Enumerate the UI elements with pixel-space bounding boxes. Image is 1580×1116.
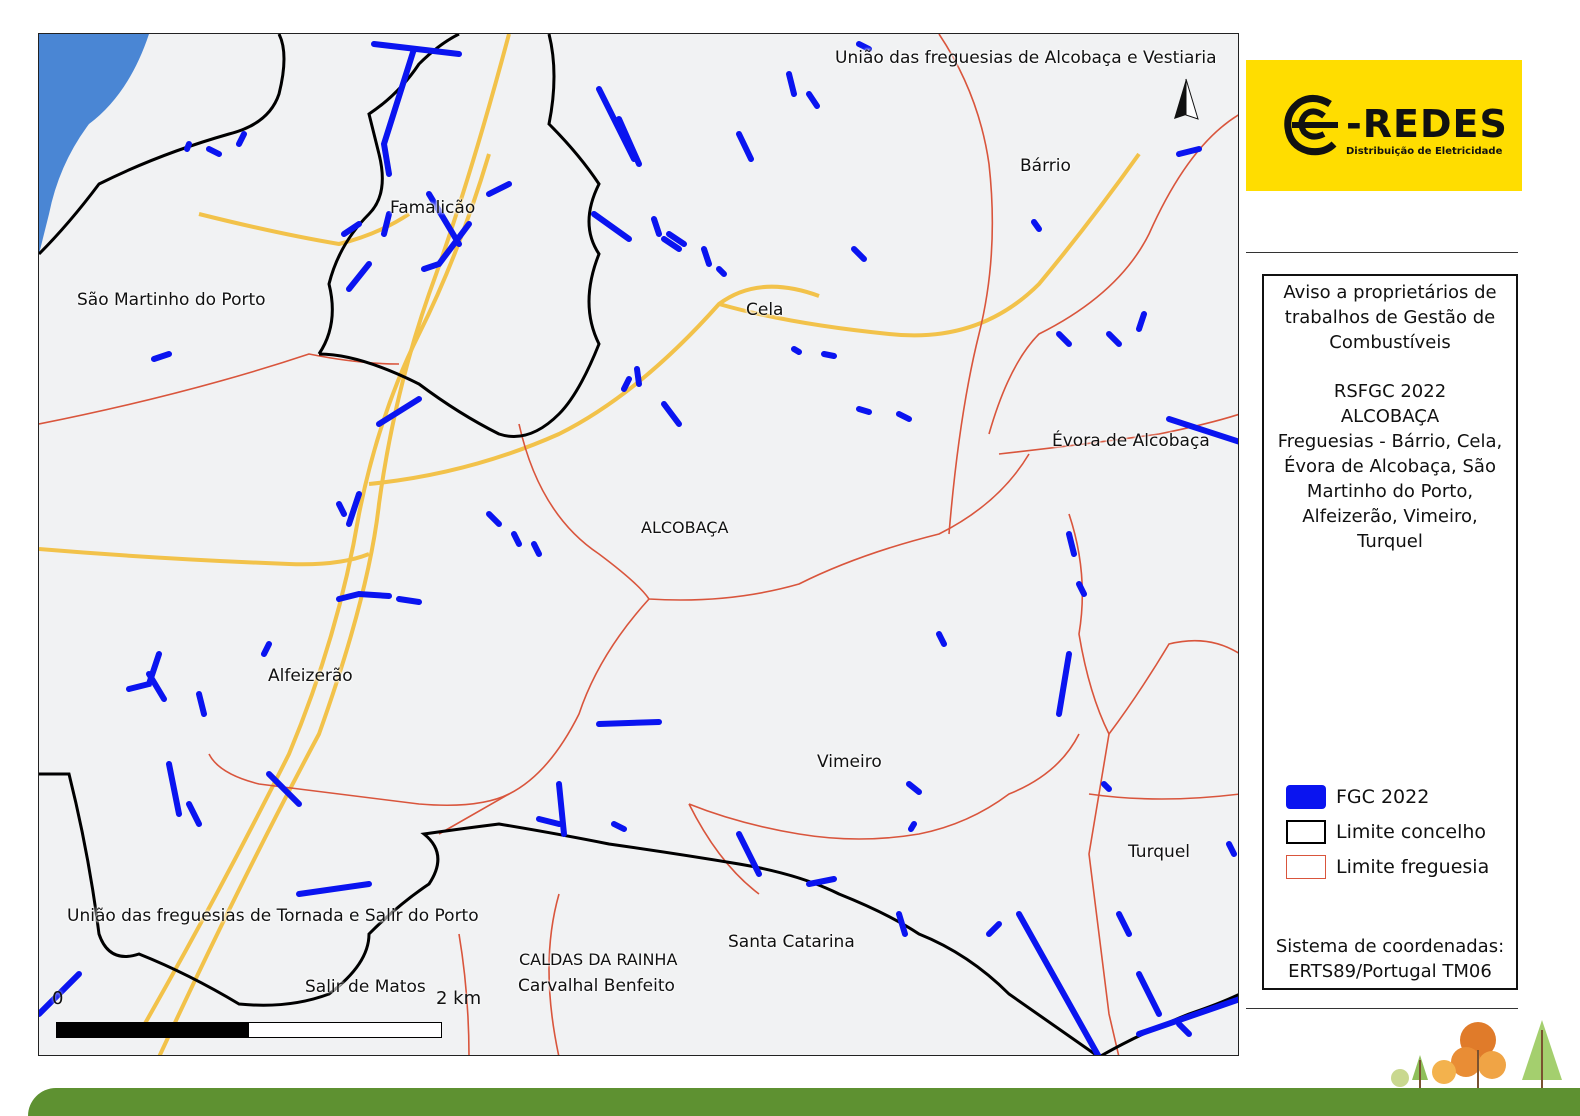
e-redes-logo-icon: [1284, 95, 1338, 156]
notice-line: ALCOBAÇA: [1340, 406, 1440, 427]
place-label-uniao-tornada: União das freguesias de Tornada e Salir …: [67, 906, 479, 926]
legend-swatch-fgc: [1286, 785, 1326, 809]
place-label-santa-catarina: Santa Catarina: [728, 932, 855, 952]
legend-swatch-concelho: [1286, 820, 1326, 844]
place-label-turquel: Turquel: [1128, 842, 1191, 862]
fgc-segment: [336, 590, 422, 605]
tree-7: [1432, 1060, 1456, 1084]
place-label-salir-matos: Salir de Matos: [305, 977, 426, 997]
legend-item-fgc: FGC 2022: [1286, 784, 1429, 810]
fgc-segment: [486, 511, 542, 557]
legend-swatch-freguesia: [1286, 855, 1326, 879]
fgc-segment: [536, 719, 662, 837]
notice-line: Évora de Alcobaça, São: [1284, 456, 1496, 477]
fgc-segment: [196, 641, 272, 717]
freguesia-limits: [39, 34, 1238, 1055]
place-label-uniao-alcobaca-vestiaria: União das freguesias de Alcobaça e Vesti…: [835, 48, 1217, 68]
scale-end-label: 2 km: [436, 988, 482, 1009]
freguesia-limit-5: [938, 34, 994, 535]
place-label-barrio: Bárrio: [1020, 156, 1071, 176]
place-label-evora: Évora de Alcobaça: [1052, 431, 1210, 451]
fgc-segment: [371, 41, 462, 177]
freguesia-limit-2: [518, 423, 1030, 601]
fgc-segment: [126, 651, 167, 702]
freguesia-limit-9: [688, 733, 1080, 840]
freguesia-limit-14: [548, 893, 560, 1055]
place-label-caldas-rainha: CALDAS DA RAINHA: [519, 950, 678, 969]
north-arrow-right: [1185, 78, 1199, 120]
freguesia-limit-8: [1068, 513, 1238, 736]
map-canvas[interactable]: [39, 34, 1239, 1056]
place-label-alcobaca: ALCOBAÇA: [641, 518, 729, 537]
fgc-segments: [39, 41, 1238, 1055]
tree-6: [1391, 1069, 1409, 1087]
fgc-segment: [596, 86, 642, 167]
freguesia-limit-4: [208, 753, 510, 807]
tree-4: [1478, 1051, 1506, 1079]
place-label-cela: Cela: [746, 300, 784, 320]
road-west: [39, 547, 370, 567]
crs-line: Sistema de coordenadas:: [1275, 936, 1505, 957]
legend-label: FGC 2022: [1336, 786, 1430, 808]
concelho-limits: [39, 34, 1238, 1055]
road-n8: [137, 153, 491, 1035]
map-frame[interactable]: União das freguesias de Alcobaça e Vesti…: [38, 33, 1239, 1056]
crs-line: ERTS89/Portugal TM06: [1288, 961, 1492, 982]
notice-line: RSFGC 2022: [1333, 381, 1447, 402]
fgc-segment: [621, 366, 682, 427]
fgc-segment: [1116, 911, 1238, 1037]
freguesia-limit-1: [39, 353, 400, 425]
place-label-vimeiro: Vimeiro: [817, 752, 882, 772]
fgc-segment: [896, 781, 922, 937]
roads: [39, 34, 1141, 1055]
fgc-segment: [1106, 146, 1238, 445]
separator-bottom: [1246, 1008, 1518, 1009]
logo-name: -REDES: [1346, 102, 1508, 146]
notice-line: Alfeizerão, Vimeiro,: [1302, 506, 1478, 527]
fgc-segment: [421, 181, 512, 272]
place-label-sao-martinho: São Martinho do Porto: [77, 290, 266, 310]
freguesia-limit-11: [1088, 793, 1238, 800]
logo-subtitle: Distribuição de Eletricidade: [1346, 146, 1503, 157]
fgc-segment: [151, 131, 247, 362]
coordinate-system: Sistema de coordenadas: ERTS89/Portugal …: [1264, 934, 1516, 984]
footer-bar: [28, 1088, 1580, 1116]
place-label-famalicao: Famalicão: [390, 198, 476, 218]
fgc-segment: [591, 211, 727, 277]
fgc-segment: [611, 821, 837, 887]
place-label-carvalhal-benfeito: Carvalhal Benfeito: [518, 976, 675, 996]
e-redes-logo: -REDES Distribuição de Eletricidade: [1246, 60, 1522, 191]
separator-top: [1246, 252, 1518, 253]
notice-line: trabalhos de Gestão de: [1284, 307, 1496, 328]
fgc-segment: [341, 211, 392, 292]
north-arrow-left: [1174, 79, 1186, 119]
fgc-segment: [936, 531, 1087, 717]
freguesia-limit-3: [438, 598, 650, 835]
scale-bar: [56, 1022, 442, 1038]
notice-line: Combustíveis: [1329, 332, 1451, 353]
legend-item-freguesia: Limite freguesia: [1286, 854, 1489, 880]
north-arrow-icon: [1174, 78, 1199, 120]
fgc-segment: [986, 911, 1102, 1055]
fgc-segment: [791, 346, 912, 422]
trees-decoration-icon: [1391, 1020, 1562, 1088]
scale-start-label: 0: [52, 988, 64, 1009]
notice-line: Aviso a proprietários de: [1283, 282, 1497, 303]
fgc-segment: [851, 219, 1147, 347]
legend-label: Limite concelho: [1336, 821, 1487, 843]
sea-area: [39, 34, 149, 254]
legend-item-concelho: Limite concelho: [1286, 819, 1486, 845]
info-box: Aviso a proprietários de trabalhos de Ge…: [1262, 274, 1518, 990]
place-label-alfeizerao: Alfeizerão: [268, 666, 353, 686]
legend-label: Limite freguesia: [1336, 856, 1490, 878]
notice-line: Turquel: [1357, 531, 1423, 552]
scale-bar-black-half: [57, 1023, 249, 1037]
notice-line: Martinho do Porto,: [1306, 481, 1474, 502]
road-nw: [198, 212, 411, 247]
notice-line: Freguesias - Bárrio, Cela,: [1277, 431, 1503, 452]
